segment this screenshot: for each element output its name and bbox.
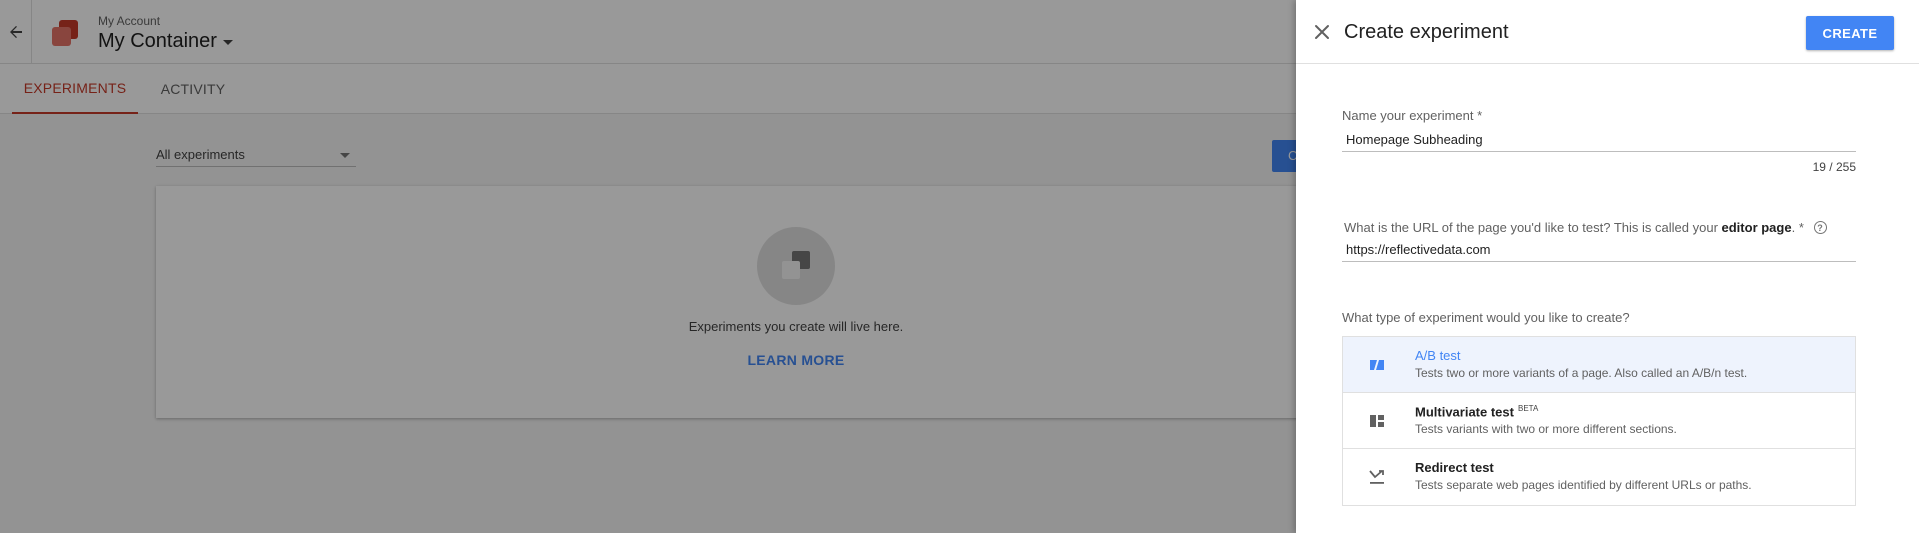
experiment-type-question: What type of experiment would you like t… (1342, 310, 1630, 325)
ab-test-icon (1370, 360, 1384, 370)
beta-badge: BETA (1517, 404, 1539, 413)
editor-page-label-text: What is the URL of the page you'd like t… (1344, 220, 1722, 235)
panel-header: Create experiment CREATE (1296, 0, 1919, 64)
type-description: Tests separate web pages identified by d… (1415, 478, 1752, 492)
character-counter: 19 / 255 (1812, 160, 1856, 174)
editor-page-url-input[interactable] (1342, 238, 1856, 262)
experiment-name-input[interactable] (1342, 128, 1856, 152)
type-description: Tests variants with two or more differen… (1415, 422, 1677, 436)
type-description: Tests two or more variants of a page. Al… (1415, 366, 1748, 380)
redirect-test-icon (1369, 470, 1384, 484)
editor-page-label-suffix: . * (1791, 220, 1804, 235)
panel-title: Create experiment (1344, 21, 1509, 43)
type-name-label: Multivariate test (1415, 404, 1514, 420)
type-option-ab-test[interactable]: A/B test Tests two or more variants of a… (1343, 337, 1855, 393)
close-icon (1315, 25, 1329, 39)
type-name: A/B test (1415, 348, 1461, 363)
experiment-type-list: A/B test Tests two or more variants of a… (1342, 336, 1856, 506)
multivariate-test-icon (1370, 415, 1384, 427)
create-button[interactable]: CREATE (1806, 16, 1894, 50)
experiment-name-label: Name your experiment * (1342, 108, 1483, 123)
type-option-multivariate-test[interactable]: Multivariate test BETA Tests variants wit… (1343, 393, 1855, 449)
type-option-redirect-test[interactable]: Redirect test Tests separate web pages i… (1343, 449, 1855, 505)
close-button[interactable] (1310, 20, 1334, 44)
create-experiment-panel: Create experiment CREATE Name your exper… (1296, 0, 1919, 533)
type-name: Redirect test (1415, 460, 1494, 475)
editor-page-label: What is the URL of the page you'd like t… (1344, 220, 1827, 235)
type-name: Multivariate test BETA (1415, 404, 1538, 419)
help-icon[interactable]: ? (1813, 221, 1827, 235)
editor-page-label-bold: editor page (1721, 220, 1792, 235)
